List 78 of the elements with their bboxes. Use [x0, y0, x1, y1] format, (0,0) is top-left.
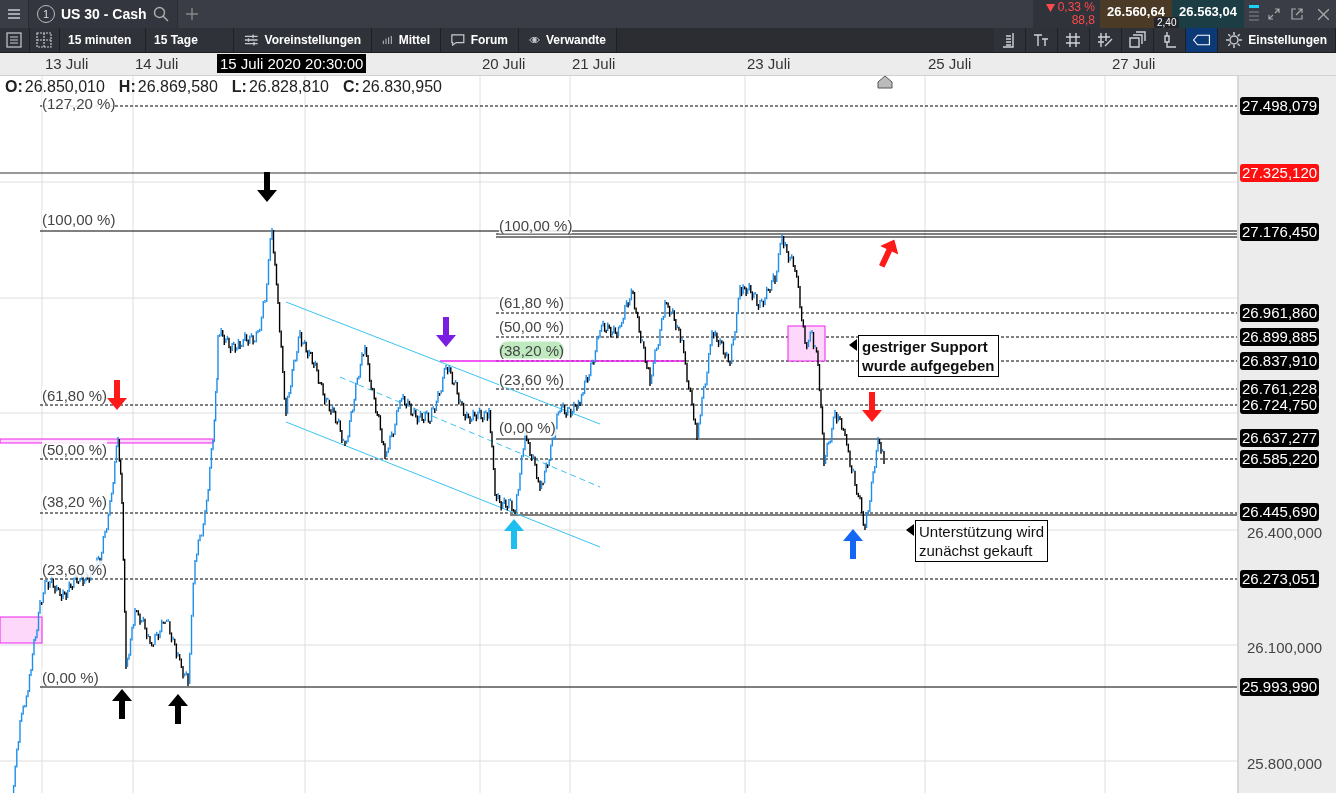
ohlc-value: H:26.869,580 — [118, 78, 218, 96]
tool-button[interactable] — [1026, 28, 1059, 52]
tool-button[interactable] — [1186, 28, 1219, 52]
price-tick-label: 25.800,000 — [1247, 754, 1323, 772]
range-dropdown[interactable]: 15 Tage — [146, 28, 234, 52]
font-size-icon — [1032, 31, 1051, 49]
expand-icon[interactable] — [1268, 8, 1280, 20]
price-marker: 26.837,910 — [1240, 352, 1320, 370]
interval-dropdown[interactable]: 15 minuten — [60, 28, 146, 52]
close-icon[interactable] — [1317, 8, 1329, 20]
search-icon[interactable] — [152, 6, 169, 22]
tool-button[interactable] — [1058, 28, 1091, 52]
tool-button[interactable] — [994, 28, 1027, 52]
menu-icon[interactable] — [8, 8, 20, 20]
change-points: 88,8 — [1071, 14, 1095, 27]
price-marker: 26.585,220 — [1240, 450, 1320, 468]
grid-icon — [1064, 31, 1083, 49]
speech-bubble-icon — [451, 32, 465, 48]
settings-button[interactable]: Einstellungen — [1218, 28, 1336, 52]
instrument-tab[interactable]: 1 US 30 - Cash — [29, 0, 178, 28]
fibonacci-label: (0,00 %) — [42, 668, 99, 686]
highlight-zone — [0, 616, 43, 644]
toolbar-button[interactable]: Voreinstellungen — [234, 28, 372, 52]
layout-icon[interactable] — [36, 32, 52, 48]
fibonacci-label: (23,60 %) — [42, 560, 108, 578]
price-marker: 26.637,277 — [1240, 429, 1320, 447]
price-marker: 26.273,051 — [1240, 570, 1320, 588]
tool-button[interactable] — [1090, 28, 1123, 52]
price-marker: 26.899,885 — [1240, 328, 1320, 346]
price-marker: 26.761,228 — [1240, 380, 1320, 398]
fibonacci-label: (100,00 %) — [42, 210, 116, 228]
windows-icon — [1128, 31, 1147, 49]
pointer-icon — [849, 339, 857, 351]
date-label: 13 Juli — [45, 55, 89, 72]
fibonacci-label: (38,20 %) — [42, 492, 108, 510]
date-label: 20 Juli — [482, 55, 526, 72]
fibonacci-label: (127,20 %) — [42, 94, 116, 112]
ohlc-value: L:26.828,810 — [231, 78, 329, 96]
date-label: 27 Juli — [1112, 55, 1156, 72]
price-marker: 26.724,750 — [1240, 396, 1320, 414]
list-icon[interactable] — [6, 32, 22, 48]
date-label: 14 Juli — [135, 55, 179, 72]
price-tick-label: 26.400,000 — [1247, 523, 1323, 541]
price-marker: 26.445,690 — [1240, 503, 1320, 521]
price-marker: 27.176,450 — [1240, 223, 1320, 241]
fibonacci-label: (50,00 %) — [42, 440, 108, 458]
grid-pencil-icon — [1096, 31, 1115, 49]
sliders-icon — [244, 32, 259, 48]
fibonacci-label: (38,20 %) — [499, 341, 565, 359]
ohlc-value: O:26.850,010 — [5, 78, 105, 96]
annotation-note: gestriger Support wurde aufgegeben — [858, 335, 999, 377]
fibonacci-label: (100,00 %) — [499, 216, 573, 234]
price-marker: 25.993,990 — [1240, 678, 1320, 696]
date-label: 21 Juli — [572, 55, 616, 72]
highlight-zone — [787, 325, 826, 362]
toolbar-button[interactable]: Mittel — [372, 28, 441, 52]
pointer-icon — [906, 524, 914, 536]
change-percent: 0,33 % — [1057, 1, 1095, 14]
spread-badge: 2,40 — [1154, 17, 1180, 28]
tool-button[interactable] — [1122, 28, 1155, 52]
price-tick-label: 26.100,000 — [1247, 638, 1323, 656]
price-marker: 27.325,120 — [1240, 164, 1320, 182]
date-label: 25 Juli — [928, 55, 972, 72]
tool-button[interactable] — [1154, 28, 1187, 52]
price-marker: 27.498,079 — [1240, 97, 1320, 115]
down-triangle-icon — [1045, 3, 1055, 12]
depth-bars-icon — [1249, 4, 1259, 24]
price-marker: 26.961,860 — [1240, 304, 1320, 322]
crosshair-time-label: 15 Juli 2020 20:30:00 — [217, 54, 367, 73]
toolbar-button[interactable]: Forum — [441, 28, 519, 52]
settings-icon — [1226, 32, 1243, 48]
plus-icon[interactable] — [185, 8, 198, 20]
toolbar-button[interactable]: Verwandte — [519, 28, 617, 52]
fibonacci-label: (61,80 %) — [42, 386, 108, 404]
annotation-note: Unterstützung wird zunächst gekauft — [915, 520, 1049, 562]
ohlc-value: C:26.830,950 — [343, 78, 442, 96]
date-label: 23 Juli — [747, 55, 791, 72]
popout-icon[interactable] — [1291, 8, 1303, 20]
